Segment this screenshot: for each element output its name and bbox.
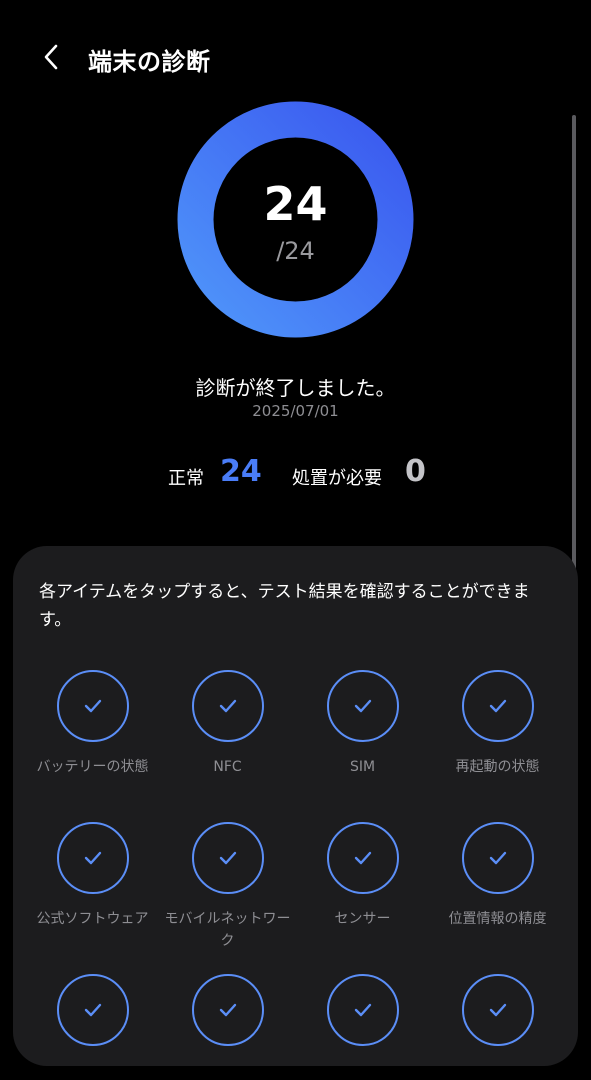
normal-label: 正常 <box>168 468 204 489</box>
back-button[interactable] <box>30 36 72 78</box>
item-status-circle <box>327 974 399 1046</box>
check-icon <box>354 851 372 865</box>
action-needed-count: 0 <box>405 454 426 489</box>
score-value: 24 <box>263 177 328 231</box>
item-status-circle <box>57 670 129 742</box>
check-icon <box>219 699 237 713</box>
item-status-circle <box>192 822 264 894</box>
item-label: NFC <box>213 759 242 775</box>
test-items-card: 各アイテムをタップすると、テスト結果を確認することができます。 バッテリーの状態… <box>13 546 578 1066</box>
item-status-circle <box>192 974 264 1046</box>
result-counts: 正常 24 処置が必要 0 <box>0 452 591 496</box>
test-item[interactable]: NFC <box>160 670 295 800</box>
item-status-circle <box>462 974 534 1046</box>
check-icon <box>219 1003 237 1017</box>
item-status-circle <box>327 670 399 742</box>
item-label: モバイルネットワーク <box>164 911 291 949</box>
item-status-circle <box>57 974 129 1046</box>
check-icon <box>489 699 507 713</box>
score-donut: 24 /24 <box>177 101 414 338</box>
action-needed-label: 処置が必要 <box>292 468 382 489</box>
check-icon <box>219 851 237 865</box>
test-item[interactable] <box>295 974 430 1080</box>
device-diagnostics-screen: 端末の診断 24 /24 診断が終了しました。 2025/07/01 正常 24… <box>0 0 591 1080</box>
item-label: 位置情報の精度 <box>448 911 547 927</box>
status-text: 診断が終了しました。 <box>195 376 396 400</box>
test-item[interactable]: 公式ソフトウェア <box>25 822 160 952</box>
check-icon <box>489 1003 507 1017</box>
item-label: 再起動の状態 <box>455 759 540 775</box>
item-label: バッテリーの状態 <box>36 759 149 775</box>
check-icon <box>84 699 102 713</box>
check-icon <box>489 851 507 865</box>
page-title: 端末の診断 <box>88 48 211 76</box>
normal-count: 24 <box>220 454 262 489</box>
test-item[interactable]: バッテリーの状態 <box>25 670 160 800</box>
header: 端末の診断 <box>0 30 591 82</box>
item-label: センサー <box>334 911 391 927</box>
test-item[interactable] <box>25 974 160 1080</box>
test-item[interactable]: モバイルネットワーク <box>160 822 295 952</box>
item-status-circle <box>327 822 399 894</box>
check-icon <box>84 851 102 865</box>
check-icon <box>354 699 372 713</box>
item-status-circle <box>462 822 534 894</box>
test-item[interactable]: センサー <box>295 822 430 952</box>
test-item[interactable] <box>160 974 295 1080</box>
item-label: 公式ソフトウェア <box>36 911 149 927</box>
test-item[interactable]: 再起動の状態 <box>430 670 565 800</box>
status-date: 2025/07/01 <box>252 402 339 420</box>
check-icon <box>84 1003 102 1017</box>
card-description: 各アイテムをタップすると、テスト結果を確認することができます。 <box>39 582 530 630</box>
item-status-circle <box>57 822 129 894</box>
donut-center: 24 /24 <box>177 101 414 338</box>
item-status-circle <box>462 670 534 742</box>
check-icon <box>354 1003 372 1017</box>
test-item[interactable] <box>430 974 565 1080</box>
chevron-left-icon <box>44 44 58 70</box>
score-total: /24 <box>276 237 315 265</box>
item-status-circle <box>192 670 264 742</box>
item-label: SIM <box>349 759 376 775</box>
test-item[interactable]: SIM <box>295 670 430 800</box>
test-item[interactable]: 位置情報の精度 <box>430 822 565 952</box>
